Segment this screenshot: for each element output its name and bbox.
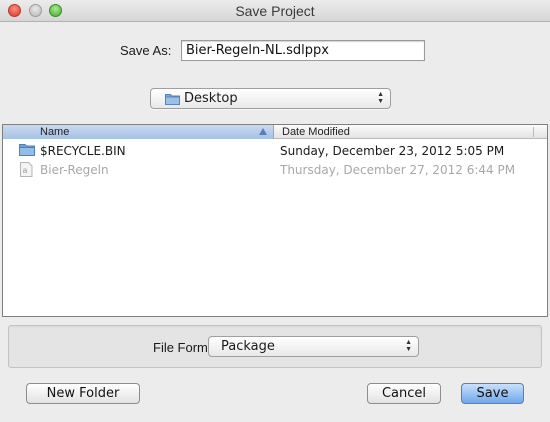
list-item-date: Thursday, December 27, 2012 6:44 PM [280,163,516,177]
list-item[interactable]: $RECYCLE.BIN Sunday, December 23, 2012 5… [3,141,547,160]
column-header-bar: Name Date Modified [3,125,547,139]
column-header-date-modified[interactable]: Date Modified [282,125,350,139]
list-item-date: Sunday, December 23, 2012 5:05 PM [280,144,505,158]
title-bar: Save Project [0,0,550,22]
new-folder-button[interactable]: New Folder [26,383,140,404]
list-item: a Bier-Regeln Thursday, December 27, 201… [3,160,547,179]
file-format-select[interactable]: Package ▲ ▼ [208,336,419,357]
file-format-value: Package [221,339,275,354]
sort-ascending-icon [259,128,267,135]
list-item-name: Bier-Regeln [40,163,109,177]
window-title: Save Project [235,3,315,19]
chevron-updown-icon: ▲ ▼ [377,91,384,105]
svg-text:a: a [23,166,28,175]
cancel-button[interactable]: Cancel [367,383,441,404]
save-as-input[interactable] [181,40,425,61]
chevron-updown-icon: ▲ ▼ [405,339,412,353]
file-browser[interactable]: Name Date Modified $RECYCLE.BIN Sunday, … [2,124,548,317]
folder-icon [165,93,180,108]
save-button[interactable]: Save [461,383,524,404]
location-value: Desktop [184,91,238,106]
column-name-label: Name [40,126,70,138]
folder-icon [19,143,35,159]
list-item-name: $RECYCLE.BIN [40,144,126,158]
column-divider [533,127,534,137]
column-header-name[interactable]: Name [3,125,274,139]
save-as-label: Save As: [120,43,172,58]
location-select[interactable]: Desktop ▲ ▼ [150,88,391,109]
app-file-icon: a [19,162,33,180]
